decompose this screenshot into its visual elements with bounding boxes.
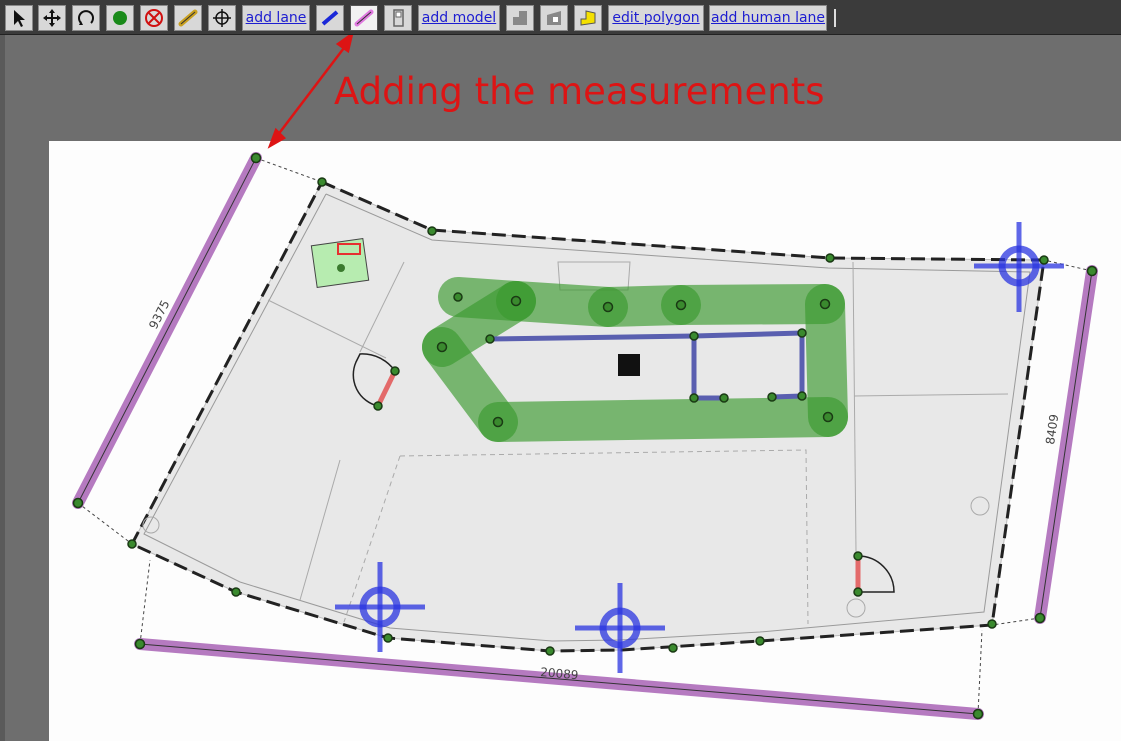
- crosshair-icon: [212, 8, 232, 28]
- rotate-arrow-icon: [76, 8, 96, 28]
- add-model-button[interactable]: add model: [418, 5, 500, 31]
- measurement-right-label: 8409: [1043, 413, 1061, 445]
- move-arrows-icon: [42, 8, 62, 28]
- wall[interactable]: [693, 330, 803, 339]
- delete-button[interactable]: [140, 5, 168, 31]
- toolbar: add lane add model edit polygon add human l…: [0, 0, 1121, 35]
- ruler-bar-icon: [178, 8, 198, 28]
- door-icon: [388, 8, 408, 28]
- add-floor-button[interactable]: [506, 5, 534, 31]
- toolbar-text-cursor: [834, 9, 836, 27]
- pink-measure-icon: [354, 8, 374, 28]
- wall[interactable]: [489, 333, 695, 342]
- add-wall-button[interactable]: [316, 5, 344, 31]
- floor-hole-icon: [544, 8, 564, 28]
- add-hole-button[interactable]: [540, 5, 568, 31]
- add-fiducial-button[interactable]: [208, 5, 236, 31]
- blue-wall-icon: [320, 8, 340, 28]
- select-tool-button[interactable]: [5, 5, 33, 31]
- add-measurement-lane-button[interactable]: [350, 5, 378, 31]
- rotate-tool-button[interactable]: [72, 5, 100, 31]
- lane[interactable]: [478, 397, 848, 442]
- add-human-lane-button[interactable]: add human lane: [709, 5, 827, 31]
- model-charger[interactable]: [310, 238, 370, 288]
- lane[interactable]: [661, 284, 845, 325]
- red-x-circle-icon: [144, 8, 164, 28]
- add-measurement-button[interactable]: [174, 5, 202, 31]
- edit-polygon-button[interactable]: edit polygon: [608, 5, 704, 31]
- add-door-button[interactable]: [384, 5, 412, 31]
- floor-shape-icon: [510, 8, 530, 28]
- add-vertex-button[interactable]: [106, 5, 134, 31]
- green-dot-icon: [110, 8, 130, 28]
- yellow-polygon-icon: [578, 8, 598, 28]
- cursor-arrow-icon: [9, 8, 29, 28]
- annotation-text: Adding the measurements: [334, 70, 825, 113]
- robot-model[interactable]: [618, 354, 640, 376]
- add-lane-button[interactable]: add lane: [242, 5, 310, 31]
- move-tool-button[interactable]: [38, 5, 66, 31]
- add-polygon-button[interactable]: [574, 5, 602, 31]
